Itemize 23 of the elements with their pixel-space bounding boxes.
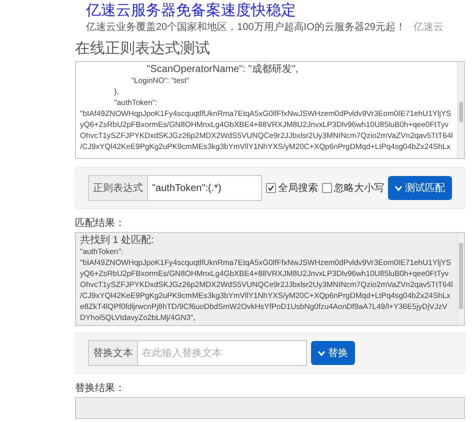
source-text-area[interactable]: [75, 61, 465, 159]
option-checkbox[interactable]: 忽略大小写: [322, 181, 384, 195]
text-line: 共找到 1 处匹配:: [80, 235, 155, 246]
match-result-area[interactable]: [75, 232, 465, 326]
option-checkbox[interactable]: 全局搜索: [266, 181, 318, 195]
chevron-down-icon: [395, 186, 402, 190]
checkmark-icon: [268, 185, 274, 191]
page-title: 在线正则表达式测试: [75, 39, 211, 58]
ad-headline[interactable]: 亿速云服务器免备案速度快稳定: [86, 0, 474, 20]
checkbox-icon[interactable]: [322, 183, 332, 193]
ad-brand: 亿速云: [414, 20, 444, 34]
test-match-button[interactable]: 测试匹配: [388, 176, 452, 200]
option-label: 全局搜索: [278, 182, 318, 195]
ad-text: 亿速云业务覆盖20个国家和地区，100万用户超高IO的云服务器29元起！: [86, 20, 406, 34]
chevron-down-icon: [318, 350, 325, 356]
checkbox-icon[interactable]: [266, 183, 276, 193]
scrollbar-thumb[interactable]: [458, 243, 463, 309]
text-line: "ScanOperatorName": "成都研发",: [146, 64, 300, 75]
match-result-label: 匹配结果：: [75, 216, 126, 230]
scrollbar-thumb[interactable]: [458, 102, 463, 122]
replace-result-label: 替换结果：: [75, 382, 126, 395]
replace-button[interactable]: 替换: [311, 341, 355, 365]
option-label: 忽略大小写: [334, 182, 384, 195]
